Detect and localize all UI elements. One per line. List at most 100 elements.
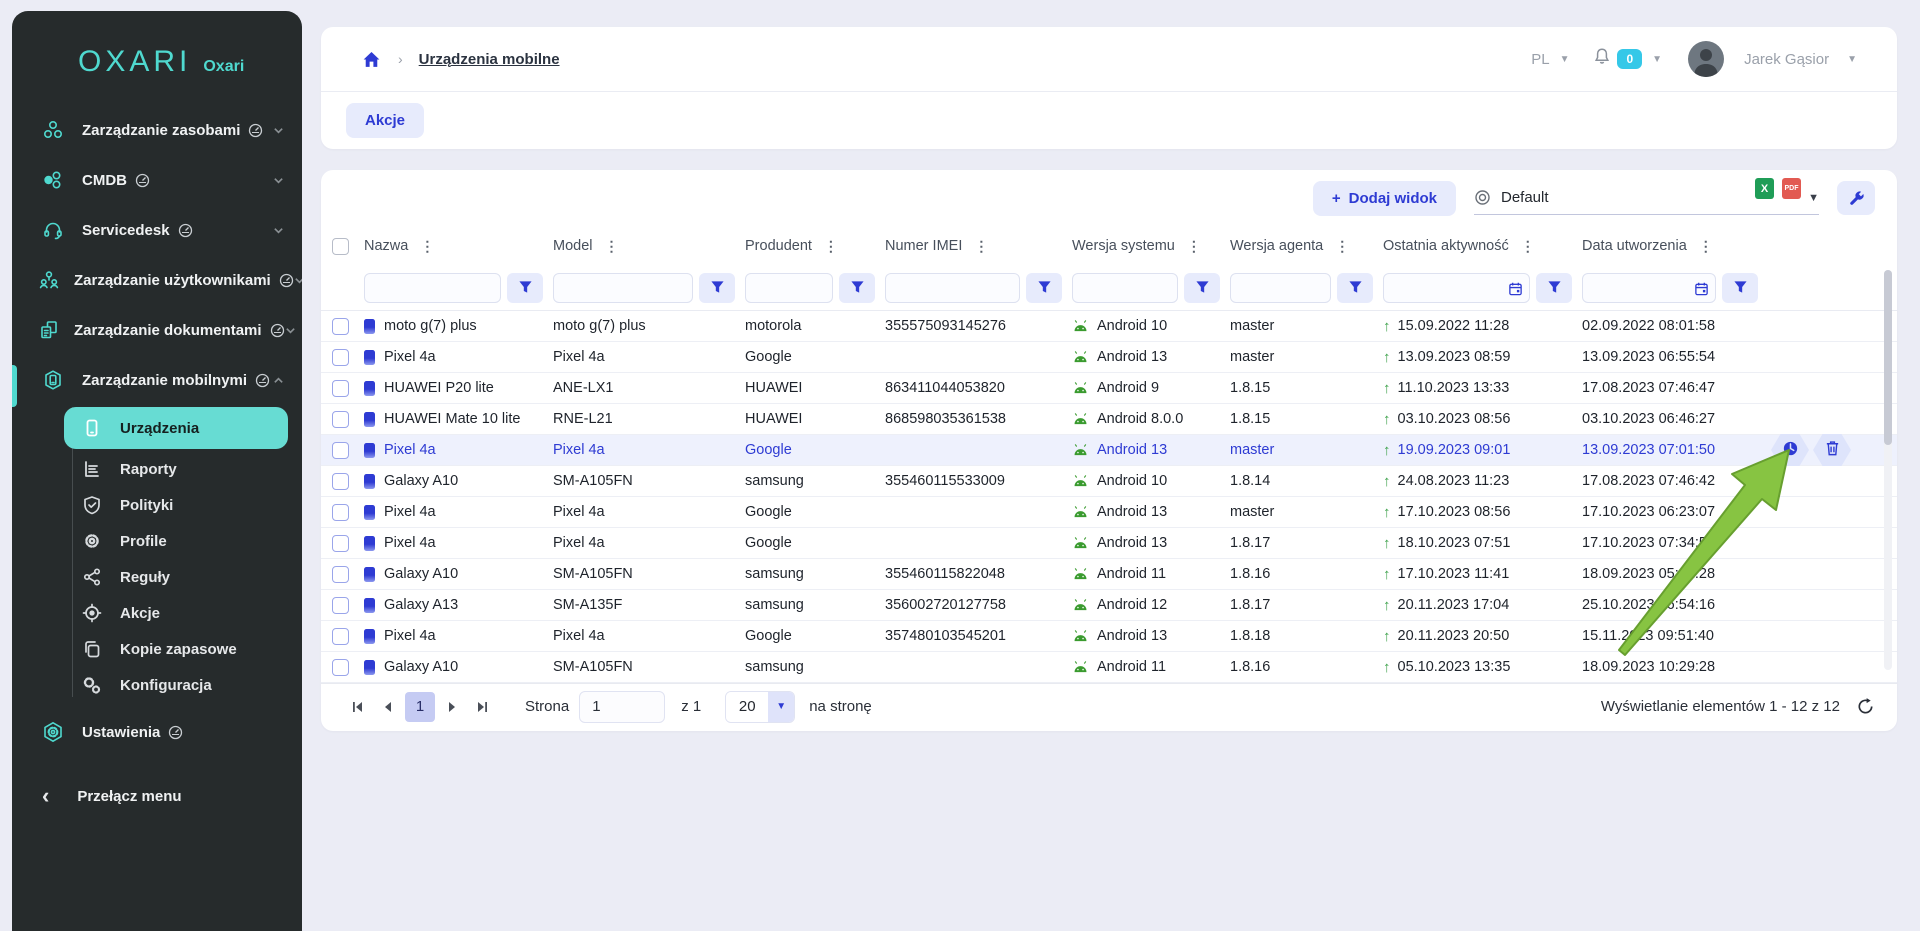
prev-page-button[interactable]: [373, 692, 403, 722]
chevron-down-icon[interactable]: ▼: [1652, 54, 1662, 65]
notifications[interactable]: 0: [1593, 47, 1642, 71]
column-menu-icon[interactable]: ⋮: [1335, 238, 1349, 255]
device-producer-cell: HUAWEI: [745, 411, 885, 427]
filter-model-button[interactable]: [699, 273, 735, 303]
akcje-button[interactable]: Akcje: [346, 103, 424, 138]
table-row[interactable]: HUAWEI P20 liteANE-LX1HUAWEI863411044053…: [321, 373, 1897, 404]
filter-nazwa-button[interactable]: [507, 273, 543, 303]
column-menu-icon[interactable]: ⋮: [1521, 238, 1535, 255]
table-row[interactable]: Pixel 4aPixel 4aGoogle357480103545201And…: [321, 621, 1897, 652]
row-checkbox[interactable]: [332, 597, 349, 614]
filter-model-input[interactable]: [553, 273, 693, 303]
filter-data-utworzenia-button[interactable]: [1722, 273, 1758, 303]
filter-wersja-agenta-button[interactable]: [1337, 273, 1373, 303]
row-checkbox[interactable]: [332, 535, 349, 552]
row-checkbox[interactable]: [332, 566, 349, 583]
sidebar-subitem-polityki[interactable]: Polityki: [64, 487, 288, 523]
refresh-icon[interactable]: [1856, 697, 1875, 716]
export-xlsx-icon[interactable]: X: [1755, 178, 1774, 199]
table-row[interactable]: Galaxy A10SM-A105FNsamsung35546011582204…: [321, 559, 1897, 590]
filter-produdent-button[interactable]: [839, 273, 875, 303]
table-scrollbar[interactable]: [1884, 270, 1892, 670]
column-menu-icon[interactable]: ⋮: [974, 238, 988, 255]
sidebar-item-ustawienia[interactable]: Ustawienia: [12, 707, 302, 757]
row-checkbox[interactable]: [332, 628, 349, 645]
last-activity-cell: ↑20.11.2023 17:04: [1383, 597, 1582, 614]
row-checkbox[interactable]: [332, 411, 349, 428]
table-row[interactable]: Pixel 4aPixel 4aGoogleAndroid 131.8.17↑1…: [321, 528, 1897, 559]
row-checkbox[interactable]: [332, 659, 349, 676]
page-number-button[interactable]: 1: [405, 692, 435, 722]
chevron-down-icon[interactable]: ▼: [1847, 54, 1857, 65]
row-checkbox[interactable]: [332, 380, 349, 397]
column-menu-icon[interactable]: ⋮: [605, 238, 619, 255]
sidebar-item-zarzadzanie-mobilnymi[interactable]: Zarządzanie mobilnymi: [12, 355, 302, 405]
language-selector[interactable]: PL: [1531, 51, 1549, 68]
sidebar-subitem-akcje[interactable]: Akcje: [64, 595, 288, 631]
page-input[interactable]: [579, 691, 665, 723]
filter-wersja-systemu-input[interactable]: [1072, 273, 1178, 303]
sidebar-item-servicedesk[interactable]: Servicedesk: [12, 205, 302, 255]
filter-ostatnia-aktywnosc-button[interactable]: [1536, 273, 1572, 303]
table-row[interactable]: HUAWEI Mate 10 liteRNE-L21HUAWEI86859803…: [321, 404, 1897, 435]
column-menu-icon[interactable]: ⋮: [1699, 238, 1713, 255]
row-checkbox-cell: [321, 566, 364, 583]
add-view-button[interactable]: +Dodaj widok: [1313, 181, 1456, 216]
sidebar-item-dokumenty[interactable]: Zarządzanie dokumentami: [12, 305, 302, 355]
user-name[interactable]: Jarek Gąsior: [1744, 51, 1829, 68]
sidebar-subitem-kopie[interactable]: Kopie zapasowe: [64, 631, 288, 667]
calendar-icon[interactable]: [1508, 281, 1523, 296]
sidebar-item-cmdb[interactable]: CMDB: [12, 155, 302, 205]
filter-wersja-systemu-button[interactable]: [1184, 273, 1220, 303]
row-checkbox[interactable]: [332, 349, 349, 366]
table-row[interactable]: moto g(7) plusmoto g(7) plusmotorola3555…: [321, 311, 1897, 342]
home-icon[interactable]: [361, 49, 382, 70]
row-history-button[interactable]: [1771, 434, 1809, 466]
next-page-button[interactable]: [437, 692, 467, 722]
row-checkbox[interactable]: [332, 473, 349, 490]
row-checkbox[interactable]: [332, 442, 349, 459]
table-row[interactable]: Galaxy A13SM-A135Fsamsung356002720127758…: [321, 590, 1897, 621]
sidebar-subitem-urzadzenia[interactable]: Urządzenia: [64, 407, 288, 449]
table-row[interactable]: Galaxy A10SM-A105FNsamsungAndroid 111.8.…: [321, 652, 1897, 683]
agent-version-cell: 1.8.18: [1230, 628, 1383, 644]
phone-icon: [364, 567, 375, 582]
sidebar-subitem-label: Akcje: [120, 605, 160, 622]
first-page-button[interactable]: [343, 692, 373, 722]
row-checkbox[interactable]: [332, 504, 349, 521]
table-row[interactable]: Pixel 4aPixel 4aGoogleAndroid 13master↑1…: [321, 435, 1897, 466]
filter-produdent-input[interactable]: [745, 273, 833, 303]
table-row[interactable]: Galaxy A10SM-A105FNsamsung35546011553300…: [321, 466, 1897, 497]
filter-numer-imei-input[interactable]: [885, 273, 1020, 303]
column-menu-icon[interactable]: ⋮: [420, 238, 434, 255]
select-all-checkbox[interactable]: [332, 238, 349, 255]
sidebar-item-label: CMDB: [82, 172, 127, 189]
menu-toggle[interactable]: ‹ Przełącz menu: [12, 783, 302, 809]
filter-nazwa-input[interactable]: [364, 273, 501, 303]
sidebar-item-uzytkownicy[interactable]: Zarządzanie użytkownikami: [12, 255, 302, 305]
column-menu-icon[interactable]: ⋮: [824, 238, 838, 255]
sidebar-item-zasoby[interactable]: Zarządzanie zasobami: [12, 105, 302, 155]
per-page-select[interactable]: 20 ▼: [725, 691, 795, 723]
filter-numer-imei-button[interactable]: [1026, 273, 1062, 303]
sidebar-subitem-profile[interactable]: Profile: [64, 523, 288, 559]
sidebar-subitem-raporty[interactable]: Raporty: [64, 451, 288, 487]
table-row[interactable]: Pixel 4aPixel 4aGoogleAndroid 13master↑1…: [321, 497, 1897, 528]
column-menu-icon[interactable]: ⋮: [1187, 238, 1201, 255]
scrollbar-thumb[interactable]: [1884, 270, 1892, 445]
filter-wersja-agenta-input[interactable]: [1230, 273, 1331, 303]
report-icon: [80, 458, 104, 480]
sidebar-subitem-reguly[interactable]: Reguły: [64, 559, 288, 595]
sidebar-subitem-konfiguracja[interactable]: Konfiguracja: [64, 667, 288, 703]
chevron-down-icon[interactable]: ▼: [1560, 54, 1570, 65]
avatar[interactable]: [1688, 41, 1724, 77]
export-pdf-icon[interactable]: PDF: [1782, 178, 1801, 199]
last-page-button[interactable]: [467, 692, 497, 722]
calendar-icon[interactable]: [1694, 281, 1709, 296]
row-checkbox[interactable]: [332, 318, 349, 335]
row-delete-button[interactable]: [1813, 434, 1851, 466]
last-activity-cell: ↑11.10.2023 13:33: [1383, 380, 1582, 397]
table-row[interactable]: Pixel 4aPixel 4aGoogleAndroid 13master↑1…: [321, 342, 1897, 373]
breadcrumb-current[interactable]: Urządzenia mobilne: [419, 51, 560, 68]
table-settings-button[interactable]: [1837, 181, 1875, 215]
